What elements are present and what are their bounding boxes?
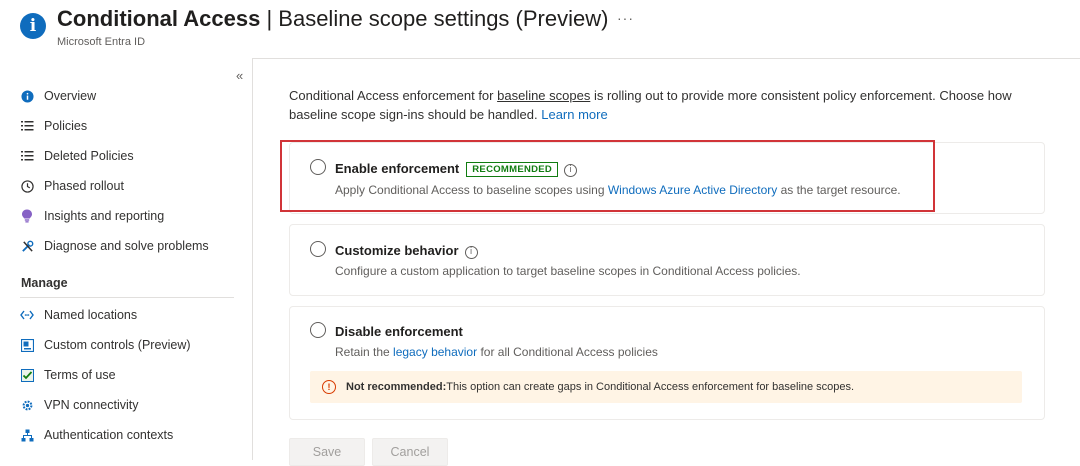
divider <box>20 297 234 298</box>
intro-text-part: Conditional Access enforcement for <box>289 88 498 103</box>
sidebar-item-terms-of-use[interactable]: Terms of use <box>20 364 116 386</box>
sidebar-item-label: Deleted Policies <box>44 149 134 163</box>
page-subtitle: Microsoft Entra ID <box>57 36 146 48</box>
option-title: Disable enforcement <box>335 324 463 339</box>
checklist-icon <box>20 368 34 382</box>
page-title-bold: Conditional Access <box>57 6 261 31</box>
sidebar-item-overview[interactable]: Overview <box>20 85 96 107</box>
sidebar-item-label: Authentication contexts <box>44 428 174 442</box>
sidebar-item-label: Insights and reporting <box>44 209 165 223</box>
gear-icon <box>20 398 34 412</box>
arrows-icon <box>20 308 34 322</box>
sidebar-item-vpn-connectivity[interactable]: VPN connectivity <box>20 394 138 416</box>
sidebar-item-named-locations[interactable]: Named locations <box>20 304 137 326</box>
sidebar-item-label: Custom controls (Preview) <box>44 338 191 352</box>
list-icon <box>20 119 34 133</box>
sidebar-item-label: Named locations <box>44 308 138 322</box>
bulb-icon <box>20 209 34 223</box>
sidebar-item-label: Diagnose and solve problems <box>44 239 209 253</box>
highlight-box <box>280 140 935 212</box>
more-options-button[interactable]: ··· <box>617 10 634 26</box>
page-title-rest: | Baseline scope settings (Preview) <box>260 6 609 31</box>
option-title-text: Customize behavior <box>335 243 459 258</box>
sidebar-item-insights[interactable]: Insights and reporting <box>20 205 164 227</box>
option-description: Retain the legacy behavior for all Condi… <box>335 345 658 359</box>
hierarchy-icon <box>20 428 34 442</box>
page-title: Conditional Access | Baseline scope sett… <box>57 6 608 32</box>
sidebar-item-authentication-contexts[interactable]: Authentication contexts <box>20 424 173 446</box>
sidebar-item-label: Overview <box>44 89 97 103</box>
list-icon <box>20 149 34 163</box>
sidebar-item-diagnose[interactable]: Diagnose and solve problems <box>20 235 209 257</box>
sidebar: « Overview Policies Deleted Policies Pha… <box>0 58 253 460</box>
main-content: Conditional Access enforcement for basel… <box>253 58 1080 466</box>
sidebar-item-label: Phased rollout <box>44 179 124 193</box>
sidebar-item-custom-controls[interactable]: Custom controls (Preview) <box>20 334 191 356</box>
save-button[interactable]: Save <box>289 438 365 466</box>
divider <box>253 58 1080 59</box>
learn-more-link[interactable]: Learn more <box>541 107 607 122</box>
option-description-text: Retain the <box>335 345 394 359</box>
customize-behavior-radio[interactable] <box>310 241 326 257</box>
sidebar-item-label: Terms of use <box>44 368 116 382</box>
option-description-text: for all Conditional Access policies <box>477 345 658 359</box>
warning-text: This option can create gaps in Condition… <box>446 381 855 393</box>
sidebar-item-label: Policies <box>44 119 88 133</box>
option-title: Customize behavior i <box>335 243 478 259</box>
cancel-button[interactable]: Cancel <box>372 438 448 466</box>
sidebar-item-policies[interactable]: Policies <box>20 115 87 137</box>
controls-icon <box>20 338 34 352</box>
disable-enforcement-radio[interactable] <box>310 322 326 338</box>
warning-title: Not recommended: <box>346 381 447 393</box>
sidebar-item-label: VPN connectivity <box>44 398 139 412</box>
page-header: i Conditional Access | Baseline scope se… <box>0 0 1080 58</box>
intro-text: Conditional Access enforcement for basel… <box>289 86 1049 124</box>
warning-icon: ! <box>322 380 336 394</box>
sidebar-item-deleted-policies[interactable]: Deleted Policies <box>20 145 134 167</box>
collapse-sidebar-button[interactable]: « <box>236 68 243 83</box>
option-card-customize-behavior[interactable]: Customize behavior i Configure a custom a… <box>289 224 1045 296</box>
baseline-scopes-link[interactable]: baseline scopes <box>497 88 590 103</box>
wrench-icon <box>20 239 34 253</box>
info-icon[interactable]: i <box>464 246 478 259</box>
clock-icon <box>20 179 34 193</box>
option-card-disable-enforcement[interactable]: Disable enforcement Retain the legacy be… <box>289 306 1045 420</box>
sidebar-item-phased-rollout[interactable]: Phased rollout <box>20 175 124 197</box>
option-description: Configure a custom application to target… <box>335 264 801 278</box>
legacy-behavior-link[interactable]: legacy behavior <box>393 345 477 359</box>
manage-section-label: Manage <box>21 276 68 290</box>
info-icon <box>20 89 34 103</box>
warning-banner: ! Not recommended: This option can creat… <box>310 371 1022 403</box>
info-icon: i <box>20 13 46 39</box>
